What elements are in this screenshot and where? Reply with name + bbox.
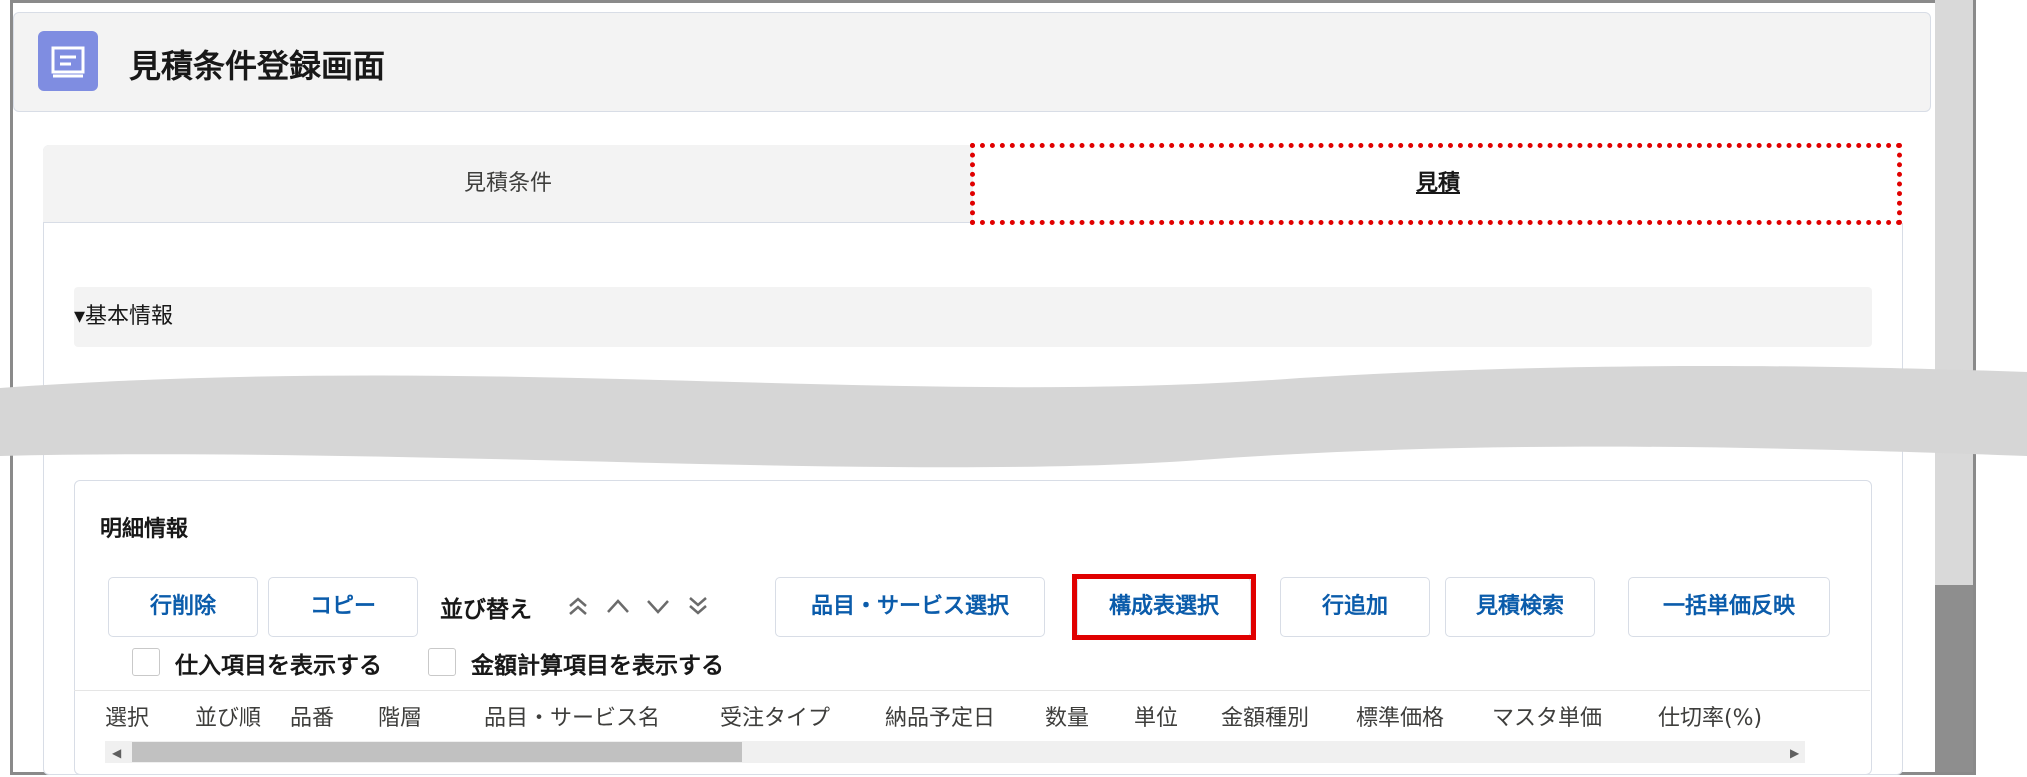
- quote-icon: [38, 31, 98, 91]
- column-header: 納品予定日: [885, 706, 996, 731]
- show-amount-calc-label: 金額計算項目を表示する: [471, 653, 724, 679]
- section-basic-info[interactable]: ▾基本情報: [74, 287, 1872, 347]
- down-icon[interactable]: [640, 588, 676, 624]
- section-basic-info-label: ▾基本情報: [74, 304, 174, 329]
- tab-quote-conditions[interactable]: 見積条件: [43, 145, 973, 223]
- column-header: 並び順: [195, 706, 262, 731]
- show-purchase-label: 仕入項目を表示する: [175, 653, 382, 679]
- column-header: 数量: [1045, 706, 1090, 731]
- column-header: 標準価格: [1356, 706, 1445, 731]
- column-header: 受注タイプ: [720, 706, 831, 731]
- highlight-config-select: [1072, 574, 1256, 640]
- product-select-button[interactable]: 品目・サービス選択: [775, 577, 1045, 637]
- horizontal-scrollbar-thumb[interactable]: [132, 742, 742, 762]
- delete-row-button[interactable]: 行削除: [108, 577, 258, 637]
- scroll-right-icon[interactable]: ▶: [1790, 746, 1799, 760]
- column-header: 品目・サービス名: [484, 706, 661, 731]
- bulk-price-button[interactable]: 一括単価反映: [1628, 577, 1830, 637]
- double-up-icon[interactable]: [560, 588, 596, 624]
- column-header: 金額種別: [1221, 706, 1310, 731]
- copy-button[interactable]: コピー: [268, 577, 418, 637]
- show-purchase-checkbox[interactable]: [132, 648, 160, 676]
- page-title: 見積条件登録画面: [129, 47, 386, 85]
- quote-search-button[interactable]: 見積検索: [1445, 577, 1595, 637]
- column-header: 階層: [378, 706, 423, 731]
- up-icon[interactable]: [600, 588, 636, 624]
- vertical-scrollbar-thumb[interactable]: [1935, 585, 1973, 772]
- double-down-icon[interactable]: [680, 588, 716, 624]
- column-header: 品番: [290, 706, 335, 731]
- scroll-left-icon[interactable]: ◀: [112, 746, 121, 760]
- column-header: 選択: [105, 706, 150, 731]
- show-amount-calc-checkbox[interactable]: [428, 648, 456, 676]
- add-row-button[interactable]: 行追加: [1280, 577, 1430, 637]
- column-header: マスタ単価: [1492, 706, 1603, 731]
- detail-title: 明細情報: [100, 517, 189, 542]
- column-header: 仕切率(%): [1658, 706, 1763, 731]
- torn-separator: [0, 366, 2027, 468]
- page-header: 見積条件登録画面: [13, 12, 1931, 112]
- sort-label: 並び替え: [440, 597, 532, 623]
- highlight-quote-tab: [970, 143, 1902, 225]
- column-header: 単位: [1134, 706, 1179, 731]
